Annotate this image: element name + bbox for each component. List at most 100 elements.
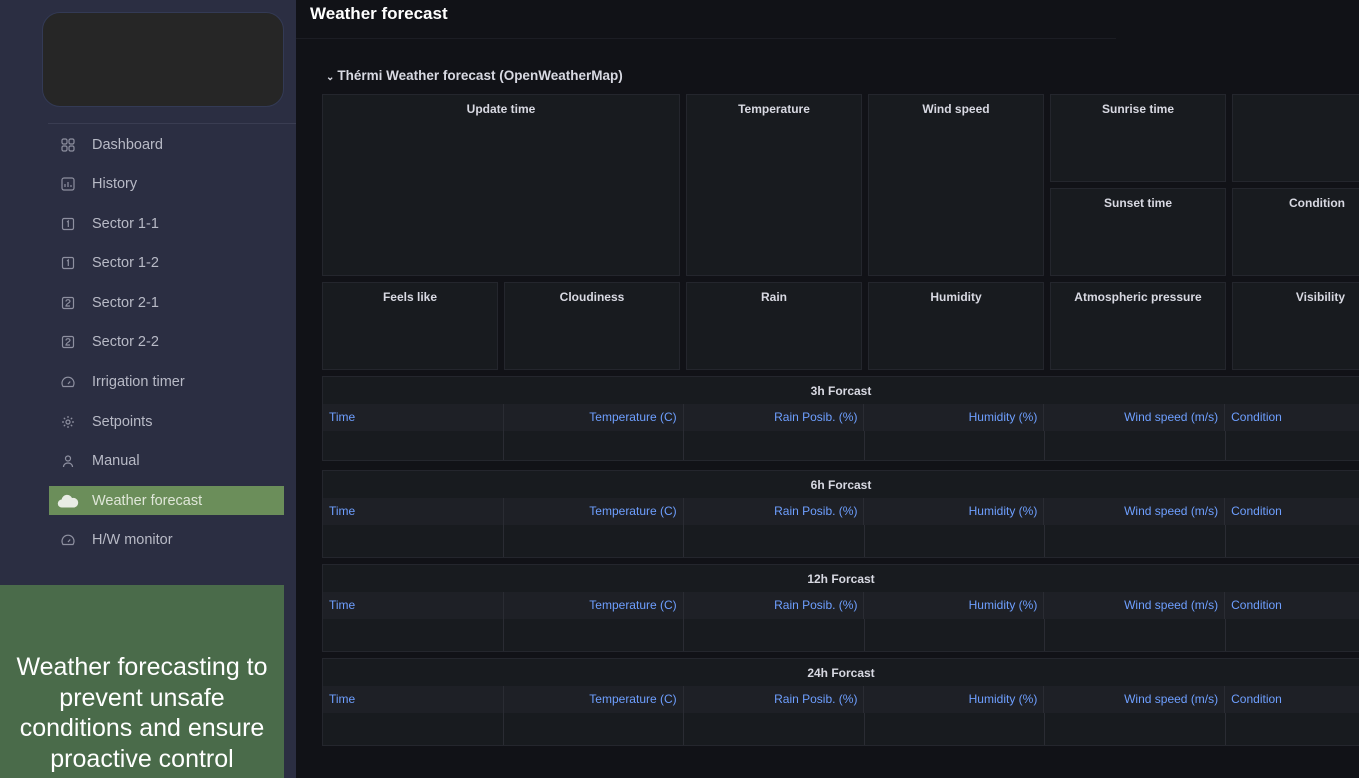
- column-header-wind-speed[interactable]: Wind speed (m/s): [1044, 404, 1226, 431]
- column-header-condition[interactable]: Condition: [1225, 498, 1359, 525]
- panel-title: Cloudiness: [559, 290, 625, 304]
- panel-atmospheric-pressure[interactable]: Atmospheric pressure: [1050, 282, 1226, 370]
- row-header[interactable]: ⌄ Thérmi Weather forecast (OpenWeatherMap…: [326, 68, 623, 83]
- column-header-temperature[interactable]: Temperature (C): [504, 404, 684, 431]
- sidebar-item-manual[interactable]: Manual: [49, 447, 284, 476]
- panel-wind-speed[interactable]: Wind speed: [868, 94, 1044, 276]
- panel-sunset-time[interactable]: Sunset time: [1050, 188, 1226, 276]
- chevron-down-icon: ⌄: [326, 72, 335, 83]
- promo-text: Weather forecasting to prevent unsafe co…: [16, 653, 268, 773]
- grid-icon: [61, 137, 75, 152]
- sidebar-item-label: H/W monitor: [92, 532, 173, 549]
- panel-empty-top-right[interactable]: [1232, 94, 1359, 182]
- sidebar-item-label: Sector 2-2: [92, 334, 159, 351]
- table-header: Time Temperature (C) Rain Posib. (%) Hum…: [323, 498, 1359, 525]
- panel-rain[interactable]: Rain: [686, 282, 862, 370]
- table-body: [323, 713, 1359, 745]
- panel-title: Wind speed: [922, 102, 990, 116]
- column-header-condition[interactable]: Condition: [1225, 686, 1359, 713]
- table-3h-forecast[interactable]: 3h Forcast Time Temperature (C) Rain Pos…: [322, 376, 1359, 461]
- sidebar-item-irrigation-timer[interactable]: Irrigation timer: [49, 368, 284, 397]
- column-header-condition[interactable]: Condition: [1225, 404, 1359, 431]
- column-header-rain[interactable]: Rain Posib. (%): [684, 498, 865, 525]
- panel-title: Sunset time: [1103, 196, 1172, 210]
- table-header: Time Temperature (C) Rain Posib. (%) Hum…: [323, 404, 1359, 431]
- table-title: 12h Forcast: [807, 572, 875, 586]
- sidebar-item-label: Setpoints: [92, 413, 153, 430]
- promo-banner: Weather forecasting to prevent unsafe co…: [0, 585, 284, 778]
- user-icon: [61, 454, 75, 468]
- sidebar-item-sector-1-2[interactable]: Sector 1-2: [49, 249, 284, 278]
- table-6h-forecast[interactable]: 6h Forcast Time Temperature (C) Rain Pos…: [322, 470, 1359, 558]
- sidebar-item-weather-forecast[interactable]: Weather forecast: [49, 486, 284, 516]
- column-header-temperature[interactable]: Temperature (C): [504, 498, 684, 525]
- gauge-icon: [61, 375, 75, 389]
- column-header-rain[interactable]: Rain Posib. (%): [684, 592, 865, 619]
- column-header-humidity[interactable]: Humidity (%): [864, 498, 1045, 525]
- column-header-wind-speed[interactable]: Wind speed (m/s): [1044, 498, 1226, 525]
- panel-condition[interactable]: Condition: [1232, 188, 1359, 276]
- panel-update-time[interactable]: Update time: [322, 94, 680, 276]
- panel-visibility[interactable]: Visibility: [1232, 282, 1359, 370]
- panel-title: Rain: [760, 290, 787, 304]
- page-title: Weather forecast: [310, 4, 448, 23]
- sidebar-item-setpoints[interactable]: Setpoints: [49, 407, 284, 436]
- column-header-time[interactable]: Time: [323, 498, 504, 525]
- table-title: 24h Forcast: [807, 666, 875, 680]
- panel-humidity[interactable]: Humidity: [868, 282, 1044, 370]
- sidebar-item-hw-monitor[interactable]: H/W monitor: [49, 526, 284, 555]
- cloud-icon: [57, 494, 79, 508]
- column-header-temperature[interactable]: Temperature (C): [504, 592, 684, 619]
- column-header-rain[interactable]: Rain Posib. (%): [684, 404, 865, 431]
- square-one-icon: [61, 256, 75, 270]
- table-body: [323, 431, 1359, 460]
- sidebar-item-label: Irrigation timer: [92, 374, 185, 391]
- sidebar-item-sector-2-2[interactable]: Sector 2-2: [49, 328, 284, 357]
- column-header-condition[interactable]: Condition: [1225, 592, 1359, 619]
- sidebar-item-label: Sector 1-2: [92, 255, 159, 272]
- sidebar-item-sector-1-1[interactable]: Sector 1-1: [49, 209, 284, 238]
- panel-title: Visibility: [1295, 290, 1345, 304]
- column-header-wind-speed[interactable]: Wind speed (m/s): [1044, 686, 1226, 713]
- panel-cloudiness[interactable]: Cloudiness: [504, 282, 680, 370]
- gear-icon: [61, 415, 75, 429]
- gauge-icon: [61, 533, 75, 547]
- logo-placeholder: [42, 12, 284, 107]
- column-header-time[interactable]: Time: [323, 404, 504, 431]
- table-body: [323, 525, 1359, 557]
- column-header-rain[interactable]: Rain Posib. (%): [684, 686, 865, 713]
- column-header-humidity[interactable]: Humidity (%): [864, 404, 1045, 431]
- panel-title: Update time: [466, 102, 536, 116]
- panel-title: Humidity: [930, 290, 982, 304]
- sidebar-divider: [48, 123, 296, 124]
- panel-title: Temperature: [738, 102, 810, 116]
- table-header: Time Temperature (C) Rain Posib. (%) Hum…: [323, 686, 1359, 713]
- table-12h-forecast[interactable]: 12h Forcast Time Temperature (C) Rain Po…: [322, 564, 1359, 652]
- panel-sunrise-time[interactable]: Sunrise time: [1050, 94, 1226, 182]
- column-header-time[interactable]: Time: [323, 686, 504, 713]
- column-header-temperature[interactable]: Temperature (C): [504, 686, 684, 713]
- sidebar-item-label: History: [92, 176, 138, 193]
- sidebar-item-label: Dashboard: [92, 136, 163, 153]
- row-title: Thérmi Weather forecast (OpenWeatherMap): [337, 68, 623, 83]
- square-two-icon: [61, 335, 75, 349]
- column-header-wind-speed[interactable]: Wind speed (m/s): [1044, 592, 1226, 619]
- table-24h-forecast[interactable]: 24h Forcast Time Temperature (C) Rain Po…: [322, 658, 1359, 746]
- table-header: Time Temperature (C) Rain Posib. (%) Hum…: [323, 592, 1359, 619]
- header-divider: [296, 38, 1116, 39]
- chart-icon: [61, 177, 75, 191]
- sidebar-item-label: Sector 1-1: [92, 215, 159, 232]
- panel-feels-like[interactable]: Feels like: [322, 282, 498, 370]
- sidebar-item-sector-2-1[interactable]: Sector 2-1: [49, 288, 284, 317]
- sidebar-item-label: Weather forecast: [92, 492, 203, 509]
- column-header-humidity[interactable]: Humidity (%): [864, 592, 1045, 619]
- sidebar-item-history[interactable]: History: [49, 170, 284, 199]
- column-header-humidity[interactable]: Humidity (%): [864, 686, 1045, 713]
- panel-title: Atmospheric pressure: [1074, 290, 1202, 304]
- sidebar-item-dashboard[interactable]: Dashboard: [49, 130, 284, 159]
- sidebar: Dashboard History Sector 1-1 Sector 1-2 …: [0, 0, 296, 778]
- panel-temperature[interactable]: Temperature: [686, 94, 862, 276]
- column-header-time[interactable]: Time: [323, 592, 504, 619]
- sidebar-nav: Dashboard History Sector 1-1 Sector 1-2 …: [49, 130, 284, 566]
- square-one-icon: [61, 217, 75, 231]
